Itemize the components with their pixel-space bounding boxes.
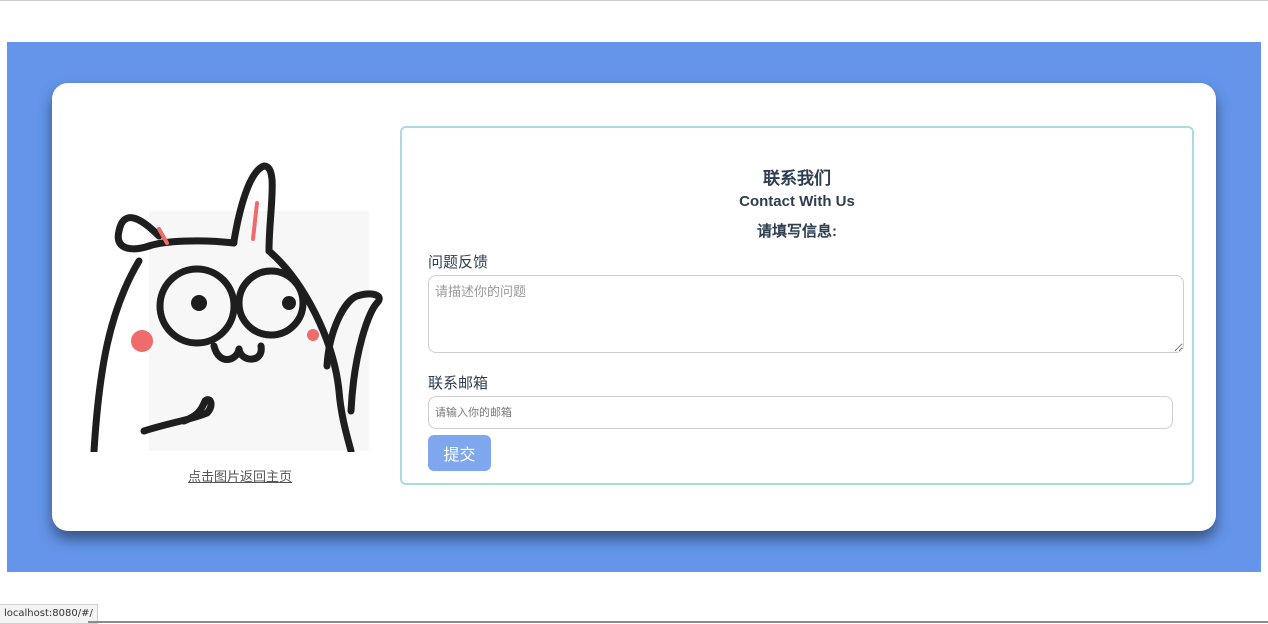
feedback-textarea[interactable] <box>428 275 1184 353</box>
feedback-label: 问题反馈 <box>428 254 489 271</box>
home-rabbit-image[interactable] <box>89 151 385 452</box>
email-label: 联系邮箱 <box>428 375 489 392</box>
form-title: 联系我们 <box>763 169 831 188</box>
contact-form: 联系我们 Contact With Us 请填写信息: 问题反馈 联系邮箱 提交 <box>400 126 1194 485</box>
top-divider <box>0 0 1268 1</box>
rabbit-icon <box>90 162 383 452</box>
status-bar-url: localhost:8080/#/ <box>0 604 98 624</box>
form-instruction: 请填写信息: <box>757 223 837 240</box>
submit-button[interactable]: 提交 <box>428 435 491 471</box>
form-subtitle: Contact With Us <box>739 193 855 210</box>
email-input[interactable] <box>428 396 1173 429</box>
back-to-home-link[interactable]: 点击图片返回主页 <box>188 466 292 485</box>
